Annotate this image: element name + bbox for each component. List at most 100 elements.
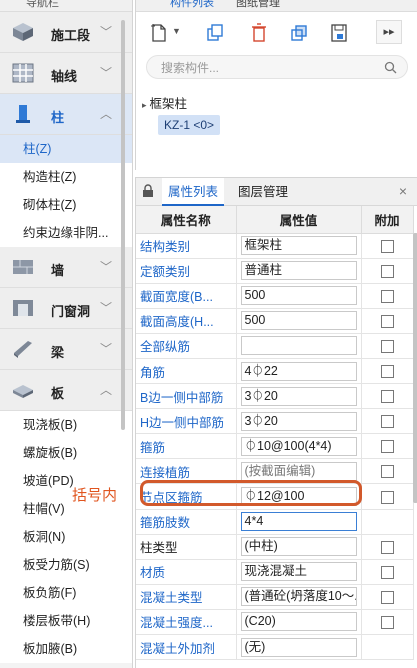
- extra-checkbox[interactable]: [380, 314, 394, 328]
- property-row[interactable]: 全部纵筋: [136, 333, 414, 359]
- expand-toolbar-icon[interactable]: ▸▸: [376, 20, 402, 44]
- chevron-down-icon[interactable]: ﹀: [100, 340, 112, 357]
- property-value-input[interactable]: 4*4: [240, 512, 357, 532]
- property-row[interactable]: 混凝土强度... (C20): [136, 609, 414, 636]
- tab-property-list[interactable]: 属性列表: [162, 178, 225, 206]
- property-panel-tabs: 属性列表 图层管理 ×: [136, 178, 417, 206]
- property-scrollbar[interactable]: [413, 233, 417, 503]
- save-icon[interactable]: [328, 22, 350, 44]
- nav-item-floor-strip[interactable]: 楼层板带(H): [0, 607, 132, 635]
- nav-category-beam[interactable]: 梁 ﹀: [0, 329, 132, 370]
- new-component-icon[interactable]: [148, 22, 170, 44]
- search-input[interactable]: [161, 59, 376, 76]
- extra-checkbox[interactable]: [380, 490, 394, 504]
- property-row[interactable]: 柱类型 (中柱): [136, 534, 414, 560]
- tree-item-kz1[interactable]: KZ-1 <0>: [158, 115, 221, 135]
- property-row[interactable]: 角筋 4⏀22: [136, 358, 414, 385]
- property-value-input[interactable]: [240, 336, 357, 356]
- nav-category-column[interactable]: 柱 ︿: [0, 94, 132, 135]
- property-value-cell: 框架柱: [236, 233, 362, 259]
- extra-checkbox[interactable]: [380, 465, 394, 479]
- property-value-input[interactable]: 4⏀22: [240, 361, 357, 381]
- nav-item-spiral-slab[interactable]: 螺旋板(B): [0, 439, 132, 467]
- property-value-input[interactable]: 500: [240, 311, 357, 331]
- property-value-cell: [236, 333, 362, 359]
- nav-category-wall[interactable]: 墙 ﹀: [0, 247, 132, 288]
- property-row[interactable]: 截面宽度(B... 500: [136, 283, 414, 309]
- nav-category-label: 墙: [51, 263, 65, 278]
- extra-checkbox[interactable]: [380, 365, 394, 379]
- collapse-arrow-icon[interactable]: ▸: [142, 100, 147, 110]
- nav-item-cast-slab[interactable]: 现浇板(B): [0, 411, 132, 439]
- extra-checkbox[interactable]: [380, 239, 394, 253]
- property-name: H边一侧中部筋: [136, 408, 237, 435]
- nav-item-column[interactable]: 柱(Z): [0, 135, 132, 163]
- extra-checkbox[interactable]: [380, 565, 394, 579]
- property-row[interactable]: 材质 现浇混凝土: [136, 559, 414, 585]
- property-value-input[interactable]: 现浇混凝土: [240, 562, 357, 582]
- nav-category-construction-section[interactable]: 施工段 ﹀: [0, 12, 132, 53]
- nav-item-construction-column[interactable]: 构造柱(Z): [0, 163, 132, 191]
- nav-scrollbar[interactable]: [121, 20, 125, 430]
- property-row[interactable]: B边一侧中部筋 3⏀20: [136, 383, 414, 410]
- property-row[interactable]: 混凝土类型 (普通砼(坍落度10～...: [136, 584, 414, 610]
- property-value-cell: (普通砼(坍落度10～...: [236, 584, 362, 610]
- tab-drawing-management[interactable]: 图纸管理: [236, 0, 280, 10]
- extra-checkbox[interactable]: [380, 390, 394, 404]
- nav-category-door-window[interactable]: 门窗洞 ﹀: [0, 288, 132, 329]
- property-value-input[interactable]: (无): [240, 637, 357, 657]
- property-value-input[interactable]: (普通砼(坍落度10～...: [240, 587, 357, 607]
- chevron-up-icon[interactable]: ︿: [100, 381, 112, 398]
- property-value-input[interactable]: 3⏀20: [240, 411, 357, 431]
- nav-item-slab-rebar[interactable]: 板受力筋(S): [0, 551, 132, 579]
- delete-icon[interactable]: [248, 22, 270, 44]
- extra-checkbox[interactable]: [380, 440, 394, 454]
- tree-node-frame-column[interactable]: ▸ 框架柱: [142, 93, 187, 112]
- property-row[interactable]: 箍筋肢数 4*4: [136, 509, 414, 535]
- nav-item-slab-negative-rebar[interactable]: 板负筋(F): [0, 579, 132, 607]
- nav-category-label: 梁: [51, 345, 65, 360]
- extra-checkbox[interactable]: [380, 540, 394, 554]
- nav-item-slab-hole[interactable]: 板洞(N): [0, 523, 132, 551]
- property-value-input[interactable]: 框架柱: [240, 236, 357, 256]
- nav-category-axis[interactable]: 轴线 ﹀: [0, 53, 132, 94]
- nav-category-slab[interactable]: 板 ︿: [0, 370, 132, 411]
- extra-checkbox[interactable]: [380, 264, 394, 278]
- extra-checkbox[interactable]: [380, 340, 394, 354]
- property-value-input[interactable]: (C20): [240, 612, 357, 632]
- nav-item-masonry-column[interactable]: 砌体柱(Z): [0, 191, 132, 219]
- dropdown-arrow-icon[interactable]: ▼: [172, 26, 181, 36]
- property-value-input[interactable]: (按截面编辑): [240, 461, 357, 481]
- extra-checkbox[interactable]: [380, 289, 394, 303]
- property-row[interactable]: 截面高度(H... 500: [136, 308, 414, 334]
- nav-item-boundary-column[interactable]: 约束边缘非阴...: [0, 219, 132, 247]
- property-row[interactable]: 箍筋 ⏀10@100(4*4): [136, 433, 414, 460]
- property-row[interactable]: 混凝土外加剂 (无): [136, 634, 414, 661]
- chevron-down-icon[interactable]: ﹀: [100, 64, 112, 81]
- property-value-input[interactable]: ⏀10@100(4*4): [240, 436, 357, 456]
- nav-category-label: 板: [51, 386, 65, 401]
- extra-checkbox[interactable]: [380, 590, 394, 604]
- nav-item-slab-haunch[interactable]: 板加腋(B): [0, 635, 132, 663]
- lock-icon[interactable]: [142, 184, 154, 198]
- close-icon[interactable]: ×: [399, 183, 407, 199]
- property-value-input[interactable]: (中柱): [240, 537, 357, 557]
- property-value-input[interactable]: 普通柱: [240, 261, 357, 281]
- chevron-down-icon[interactable]: ﹀: [100, 23, 112, 40]
- chevron-up-icon[interactable]: ︿: [100, 105, 112, 122]
- copy-icon[interactable]: [204, 22, 226, 44]
- tab-component-list[interactable]: 构件列表: [170, 0, 214, 10]
- property-row[interactable]: H边一侧中部筋 3⏀20: [136, 408, 414, 435]
- search-icon[interactable]: [384, 61, 397, 74]
- chevron-down-icon[interactable]: ﹀: [100, 299, 112, 316]
- property-row[interactable]: 定额类别 普通柱: [136, 258, 414, 284]
- extra-checkbox[interactable]: [380, 415, 394, 429]
- property-value-input[interactable]: 500: [240, 286, 357, 306]
- property-value-input[interactable]: 3⏀20: [240, 386, 357, 406]
- extra-checkbox[interactable]: [380, 616, 394, 630]
- chevron-down-icon[interactable]: ﹀: [100, 258, 112, 275]
- layer-copy-icon[interactable]: [288, 22, 310, 44]
- tab-layer-management[interactable]: 图层管理: [232, 178, 294, 206]
- property-row[interactable]: 结构类别 框架柱: [136, 233, 414, 259]
- nav-category-label: 柱: [51, 110, 65, 125]
